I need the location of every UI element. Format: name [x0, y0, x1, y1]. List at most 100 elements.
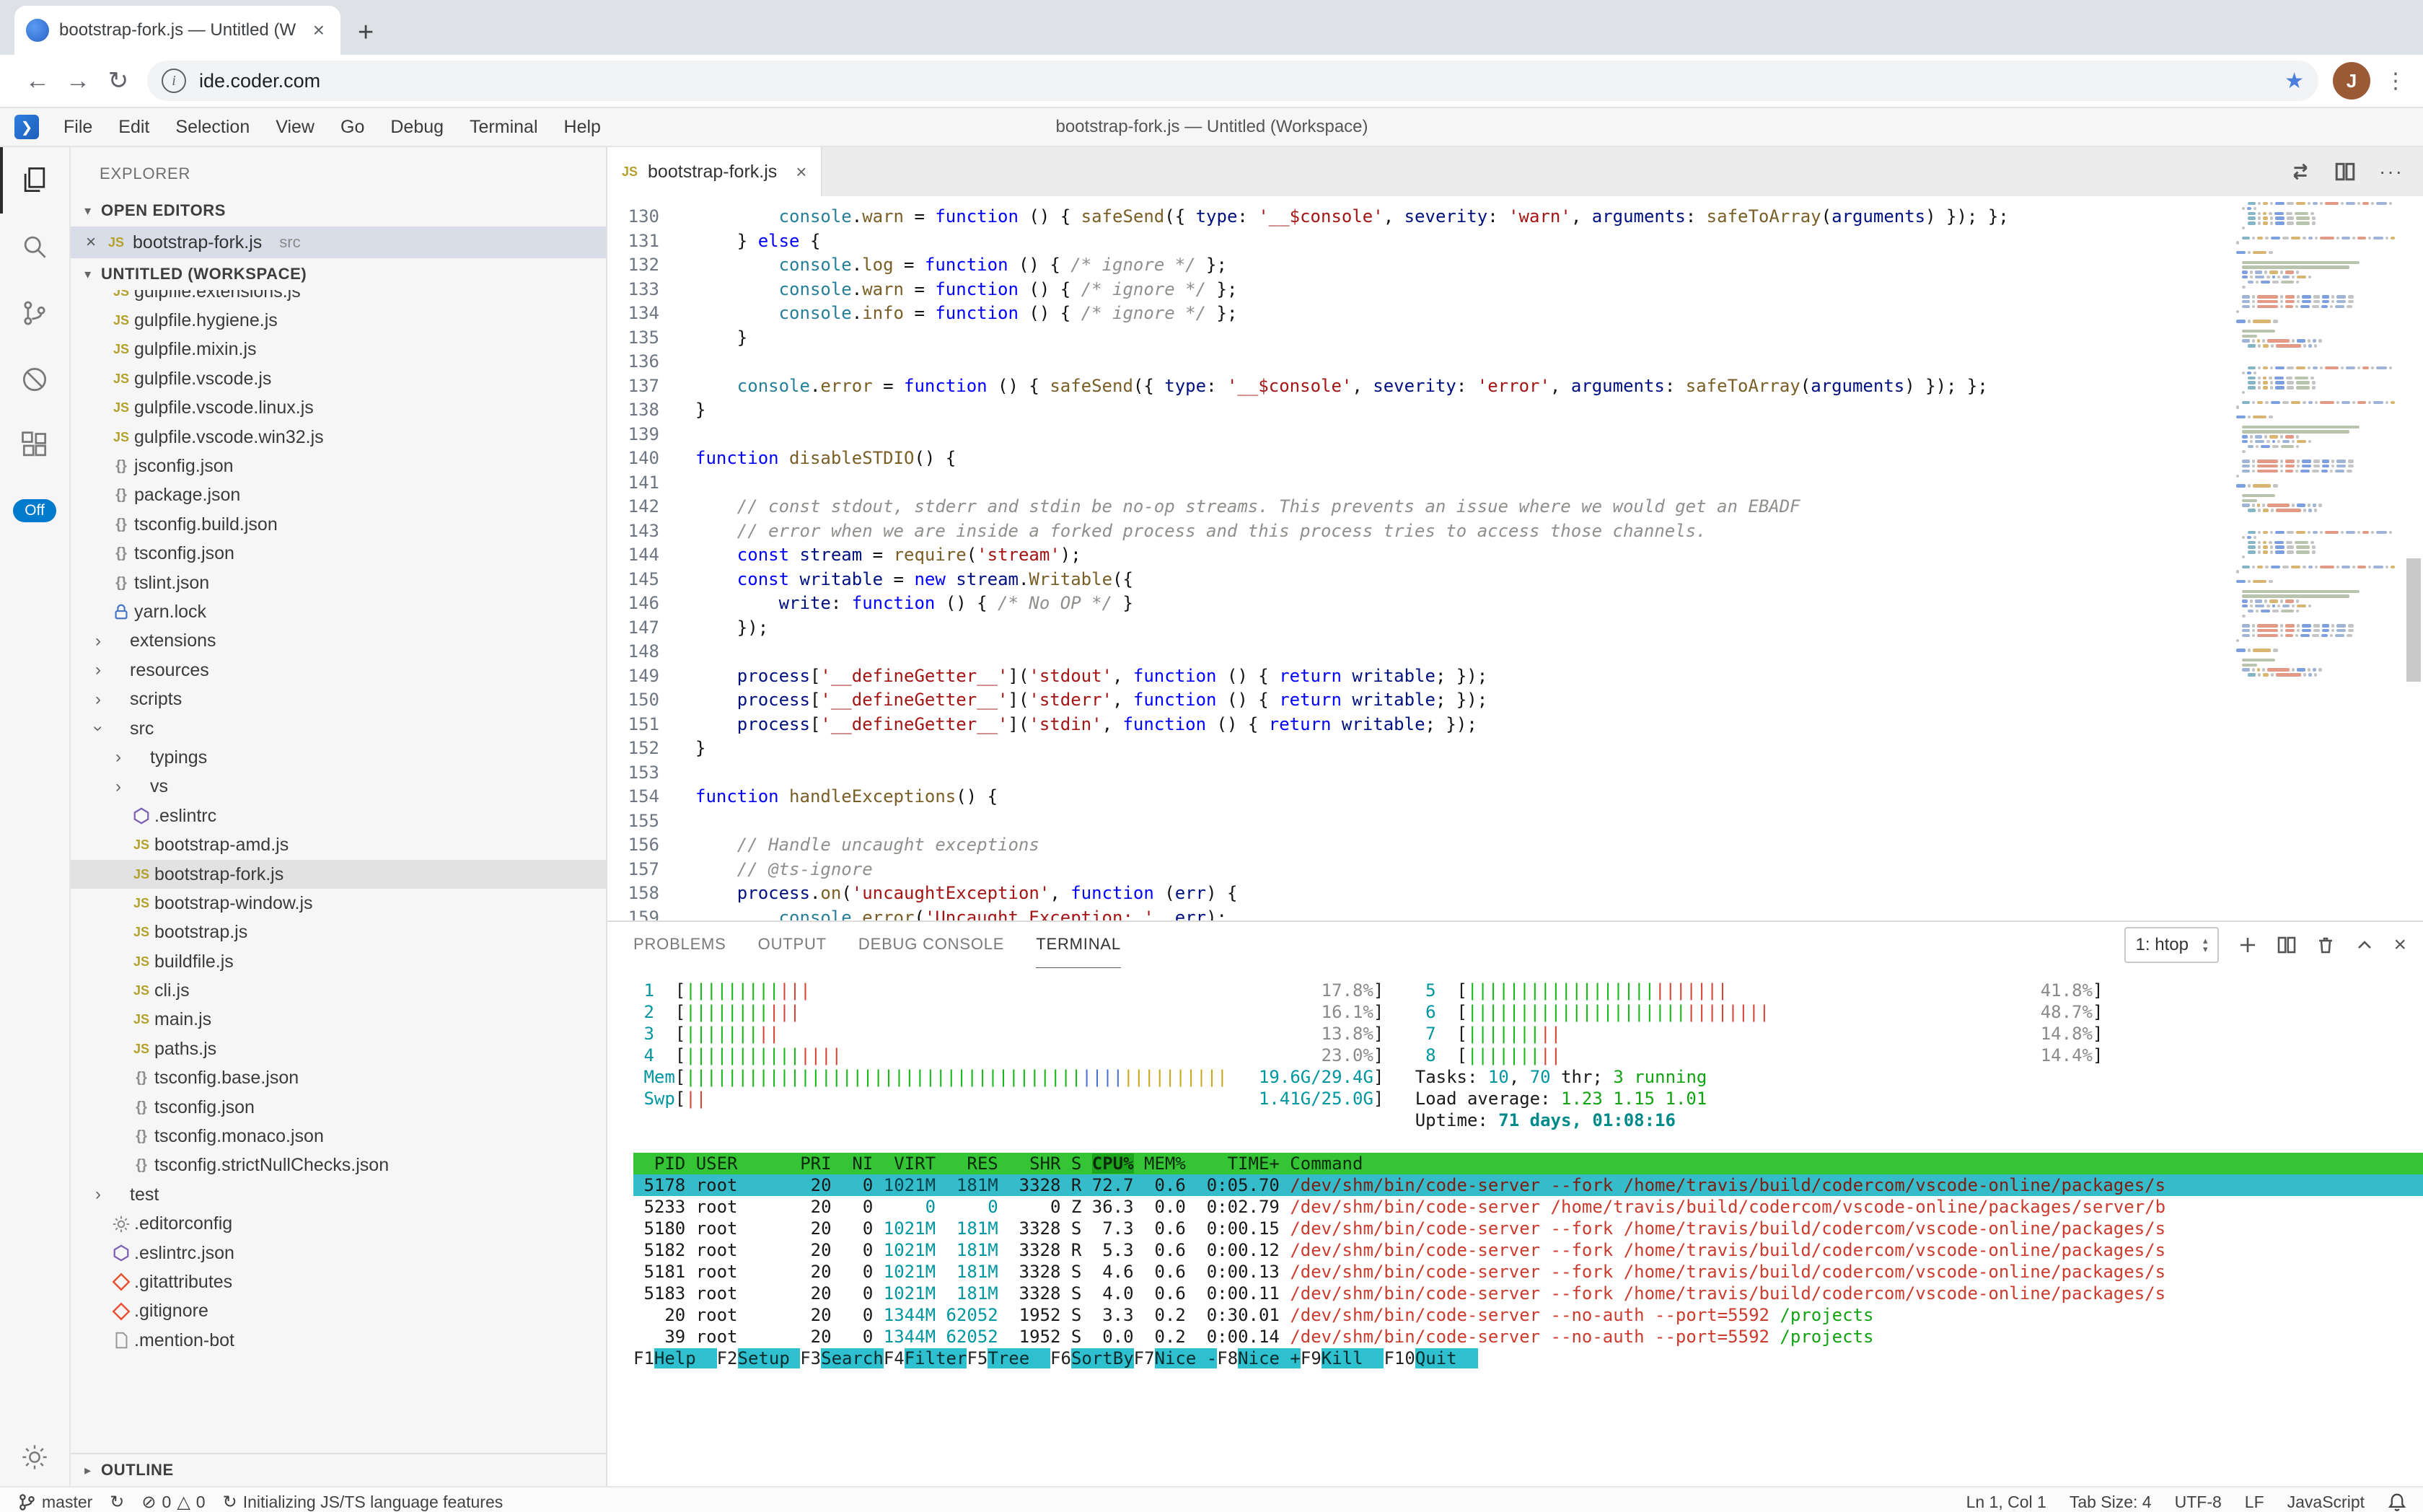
section-open-editors[interactable]: ▾ OPEN EDITORS	[71, 195, 606, 227]
tree-item-.gitignore[interactable]: .gitignore	[71, 1297, 606, 1326]
tree-item-.eslintrc.json[interactable]: .eslintrc.json	[71, 1239, 606, 1267]
encoding[interactable]: UTF-8	[2175, 1493, 2222, 1512]
code-area[interactable]: 130 console.warn = function () { safeSen…	[607, 196, 2236, 920]
minimap[interactable]	[2236, 196, 2404, 920]
tree-item-main.js[interactable]: JSmain.js	[71, 1006, 606, 1034]
tree-item-resources[interactable]: ›resources	[71, 656, 606, 685]
tree-item-cli.js[interactable]: JScli.js	[71, 976, 606, 1005]
open-editor-item[interactable]: × JS bootstrap-fork.js src	[71, 227, 606, 258]
tree-item-bootstrap.js[interactable]: JSbootstrap.js	[71, 918, 606, 947]
terminal[interactable]: 1 [|||||||||||| 17.8%] 5 [||||||||||||||…	[607, 968, 2423, 1486]
editor-tab[interactable]: JS bootstrap-fork.js ×	[607, 147, 822, 196]
more-actions-icon[interactable]: ···	[2379, 160, 2404, 183]
tree-item-.mention-bot[interactable]: .mention-bot	[71, 1326, 606, 1355]
problems-item[interactable]: ⊘ 0 △ 0	[141, 1492, 205, 1512]
close-icon[interactable]: ×	[82, 232, 100, 252]
tree-item-package.json[interactable]: {}package.json	[71, 481, 606, 510]
tab-close-icon[interactable]: ×	[309, 19, 329, 42]
tab-size[interactable]: Tab Size: 4	[2070, 1493, 2152, 1512]
scrollbar-thumb[interactable]	[2406, 558, 2421, 682]
terminal-selector[interactable]: 1: htop ▴▾	[2124, 927, 2220, 963]
back-icon[interactable]: ←	[17, 67, 58, 95]
menu-selection[interactable]: Selection	[162, 117, 263, 138]
panel-tab-output[interactable]: OUTPUT	[758, 921, 827, 967]
tree-item-.eslintrc[interactable]: .eslintrc	[71, 801, 606, 830]
tab-close-icon[interactable]: ×	[796, 161, 806, 183]
tree-item-bootstrap-fork.js[interactable]: JSbootstrap-fork.js	[71, 860, 606, 889]
panel-tab-problems[interactable]: PROBLEMS	[633, 921, 726, 967]
tree-item-tsconfig.monaco.json[interactable]: {}tsconfig.monaco.json	[71, 1122, 606, 1151]
search-icon[interactable]	[0, 214, 69, 280]
tree-item-tslint.json[interactable]: {}tslint.json	[71, 568, 606, 597]
panel-tab-terminal[interactable]: TERMINAL	[1036, 921, 1121, 969]
menu-file[interactable]: File	[50, 117, 105, 138]
new-tab-button[interactable]: +	[340, 19, 391, 55]
menu-help[interactable]: Help	[551, 117, 614, 138]
app-logo-icon[interactable]: ❯	[14, 115, 39, 139]
tree-item-gulpfile.extensions.js[interactable]: JSgulpfile.extensions.js	[71, 290, 606, 306]
tree-item-.editorconfig[interactable]: .editorconfig	[71, 1210, 606, 1239]
tree-item-gulpfile.hygiene.js[interactable]: JSgulpfile.hygiene.js	[71, 306, 606, 335]
notifications-bell-icon[interactable]	[2388, 1492, 2406, 1512]
kill-terminal-icon[interactable]	[2316, 935, 2336, 955]
tree-item-gulpfile.vscode.linux.js[interactable]: JSgulpfile.vscode.linux.js	[71, 394, 606, 423]
tree-item-gulpfile.vscode.js[interactable]: JSgulpfile.vscode.js	[71, 364, 606, 393]
split-terminal-icon[interactable]	[2277, 935, 2297, 955]
cursor-position[interactable]: Ln 1, Col 1	[1966, 1493, 2046, 1512]
tree-item-paths.js[interactable]: JSpaths.js	[71, 1034, 606, 1063]
tree-item-tsconfig.json[interactable]: {}tsconfig.json	[71, 540, 606, 568]
language-status-item[interactable]: ↻ Initializing JS/TS language features	[223, 1492, 503, 1512]
editor-scrollbar[interactable]	[2404, 196, 2423, 920]
tree-item-scripts[interactable]: ›scripts	[71, 685, 606, 713]
tree-item-test[interactable]: ›test	[71, 1180, 606, 1209]
menu-go[interactable]: Go	[327, 117, 377, 138]
tree-item-buildfile.js[interactable]: JSbuildfile.js	[71, 947, 606, 976]
extensions-icon[interactable]	[0, 413, 69, 479]
tree-item-tsconfig.strictNullChecks.json[interactable]: {}tsconfig.strictNullChecks.json	[71, 1151, 606, 1180]
git-branch-item[interactable]: master	[17, 1492, 92, 1512]
tree-item-vs[interactable]: ›vs	[71, 773, 606, 801]
tree-item-bootstrap-window.js[interactable]: JSbootstrap-window.js	[71, 889, 606, 918]
open-changes-icon[interactable]	[2290, 161, 2311, 183]
maximize-panel-icon[interactable]	[2354, 935, 2375, 955]
url-text[interactable]: ide.coder.com	[199, 70, 2272, 92]
tree-item-bootstrap-amd.js[interactable]: JSbootstrap-amd.js	[71, 830, 606, 859]
source-control-icon[interactable]	[0, 280, 69, 346]
tree-item-.gitattributes[interactable]: .gitattributes	[71, 1267, 606, 1296]
menu-view[interactable]: View	[263, 117, 327, 138]
menu-terminal[interactable]: Terminal	[457, 117, 550, 138]
debug-icon[interactable]	[0, 346, 69, 413]
sync-icon[interactable]: ↻	[110, 1492, 124, 1512]
panel-tab-debug-console[interactable]: DEBUG CONSOLE	[858, 921, 1004, 967]
tree-item-typings[interactable]: ›typings	[71, 743, 606, 772]
address-bar[interactable]: i ide.coder.com ★	[147, 61, 2318, 101]
eol[interactable]: LF	[2245, 1493, 2264, 1512]
browser-menu-icon[interactable]: ⋮	[2385, 69, 2406, 94]
tree-item-src[interactable]: ›src	[71, 714, 606, 743]
tree-item-tsconfig.json[interactable]: {}tsconfig.json	[71, 1093, 606, 1122]
tree-item-gulpfile.vscode.win32.js[interactable]: JSgulpfile.vscode.win32.js	[71, 423, 606, 452]
tree-item-yarn.lock[interactable]: yarn.lock	[71, 597, 606, 626]
menu-edit[interactable]: Edit	[105, 117, 162, 138]
tree-item-tsconfig.build.json[interactable]: {}tsconfig.build.json	[71, 510, 606, 539]
close-panel-icon[interactable]: ×	[2393, 934, 2406, 956]
telemetry-off-badge[interactable]: Off	[13, 499, 56, 522]
site-info-icon[interactable]: i	[162, 69, 186, 93]
reload-icon[interactable]: ↻	[98, 66, 138, 95]
explorer-icon[interactable]	[0, 147, 69, 214]
language-mode[interactable]: JavaScript	[2287, 1493, 2365, 1512]
browser-tab[interactable]: bootstrap-fork.js — Untitled (W ×	[14, 6, 340, 55]
menu-debug[interactable]: Debug	[377, 117, 457, 138]
tree-item-tsconfig.base.json[interactable]: {}tsconfig.base.json	[71, 1064, 606, 1093]
settings-gear-icon[interactable]	[0, 1428, 69, 1486]
profile-avatar[interactable]: J	[2333, 62, 2370, 100]
tree-item-jsconfig.json[interactable]: {}jsconfig.json	[71, 452, 606, 480]
section-workspace[interactable]: ▾ UNTITLED (WORKSPACE)	[71, 258, 606, 290]
new-terminal-icon[interactable]	[2238, 935, 2258, 955]
tree-item-gulpfile.mixin.js[interactable]: JSgulpfile.mixin.js	[71, 335, 606, 364]
forward-icon[interactable]: →	[58, 67, 98, 95]
split-editor-icon[interactable]	[2334, 161, 2356, 183]
bookmark-star-icon[interactable]: ★	[2285, 69, 2304, 94]
editor[interactable]: 130 console.warn = function () { safeSen…	[607, 196, 2423, 920]
section-outline[interactable]: ▸ OUTLINE	[71, 1453, 606, 1486]
